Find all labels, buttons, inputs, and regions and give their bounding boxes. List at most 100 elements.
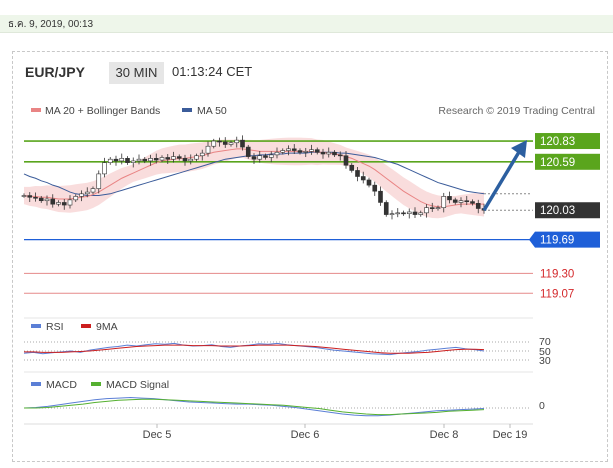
- candle-body: [90, 188, 96, 193]
- candle-body: [113, 158, 119, 162]
- candle-body: [418, 212, 424, 215]
- candle-body: [343, 155, 349, 166]
- candle-body: [159, 157, 165, 161]
- candle-body: [142, 158, 148, 162]
- candle-body: [176, 156, 182, 159]
- support-label-119.07: 119.07: [540, 288, 574, 300]
- candle-body: [211, 140, 217, 147]
- candle-body: [217, 140, 222, 143]
- candle-body: [435, 207, 441, 209]
- candle-body: [44, 198, 50, 202]
- candle-body: [38, 197, 44, 202]
- candle-body: [424, 207, 429, 214]
- candle-body: [84, 191, 90, 195]
- bollinger-band: [24, 137, 484, 219]
- candle-body: [360, 176, 366, 181]
- candle-body: [73, 196, 79, 201]
- candle-body: [332, 151, 337, 156]
- candle-body: [194, 155, 199, 160]
- macd-tick-0: 0: [539, 400, 545, 412]
- candle-body: [458, 200, 464, 203]
- candle-body: [355, 170, 360, 177]
- candle-body: [303, 151, 309, 153]
- candle-body: [199, 152, 205, 157]
- candle-body: [234, 139, 240, 144]
- candle-body: [274, 151, 280, 156]
- candle-body: [67, 199, 73, 206]
- candle-body: [326, 151, 332, 155]
- candle-body: [263, 155, 268, 158]
- candle-body: [136, 158, 142, 162]
- candle-body: [268, 154, 274, 158]
- macd-legend-label: MACD: [46, 379, 77, 391]
- ma50-legend-label: MA 50: [197, 105, 227, 117]
- ma20-legend-swatch: [31, 108, 41, 112]
- candle-body: [33, 196, 38, 199]
- candle-body: [27, 195, 33, 198]
- candle-body: [188, 158, 194, 162]
- candle-body: [441, 196, 447, 208]
- candle-body: [401, 212, 406, 215]
- macd-signal-legend-label: MACD Signal: [106, 379, 169, 391]
- candle-body: [245, 146, 251, 157]
- macd-legend-swatch: [31, 382, 41, 386]
- candle-body: [406, 211, 412, 215]
- candle-body: [222, 141, 228, 145]
- candle-body: [337, 154, 343, 157]
- candle-body: [320, 151, 326, 155]
- forecast-arrow-shaft: [482, 151, 521, 212]
- candle-body: [291, 148, 297, 151]
- candle-body: [79, 193, 84, 197]
- candle-body: [475, 203, 481, 209]
- candle-body: [378, 190, 383, 203]
- candle-body: [50, 198, 56, 205]
- support-label-119.30: 119.30: [540, 268, 574, 280]
- x-tick-label: Dec 5: [143, 429, 172, 441]
- candle-body: [205, 145, 211, 154]
- candle-body: [228, 142, 234, 145]
- current-price-label: 120.03: [540, 205, 575, 217]
- candle-body: [309, 149, 314, 152]
- resistance-label-120.83: 120.83: [540, 136, 575, 148]
- pivot-label: 119.69: [540, 235, 574, 247]
- candle-body: [314, 149, 320, 153]
- ma9-legend-swatch: [81, 324, 91, 328]
- candle-body: [464, 200, 470, 203]
- candle-body: [96, 173, 102, 189]
- ma20-legend-label: MA 20 + Bollinger Bands: [45, 105, 160, 117]
- candle-body: [251, 156, 257, 160]
- candle-body: [21, 195, 27, 197]
- x-tick-label: Dec 6: [291, 429, 320, 441]
- resistance-label-120.59: 120.59: [540, 157, 575, 169]
- candle-body: [366, 179, 372, 186]
- x-tick-label: Dec 19: [493, 429, 528, 441]
- candle-body: [395, 212, 401, 215]
- x-tick-label: Dec 8: [430, 429, 459, 441]
- chart-svg: MA 20 + Bollinger Bands MA 50 Research © 2…: [21, 105, 600, 441]
- rsi-legend-label: RSI: [46, 321, 64, 333]
- ma50-legend-swatch: [182, 108, 192, 112]
- candle-body: [412, 211, 418, 215]
- candle-body: [130, 160, 136, 163]
- candle-body: [153, 158, 159, 161]
- candle-body: [107, 158, 113, 163]
- ma9-legend-label: 9MA: [96, 321, 118, 333]
- macd-signal-legend-swatch: [91, 382, 101, 386]
- candle-body: [257, 155, 263, 160]
- candle-body: [165, 157, 171, 160]
- rsi-tick-30: 30: [539, 355, 551, 367]
- research-credit: Research © 2019 Trading Central: [438, 105, 595, 117]
- candle-body: [61, 202, 67, 206]
- candle-body: [171, 156, 176, 160]
- candle-body: [102, 162, 107, 175]
- candle-body: [182, 158, 188, 162]
- candle-body: [240, 139, 245, 148]
- candle-body: [452, 199, 458, 203]
- candle-body: [119, 158, 125, 162]
- candle-body: [125, 158, 130, 163]
- candle-body: [389, 213, 395, 216]
- candle-body: [56, 202, 61, 205]
- candle-body: [372, 184, 378, 192]
- candle-body: [297, 150, 303, 153]
- candle-body: [286, 148, 291, 151]
